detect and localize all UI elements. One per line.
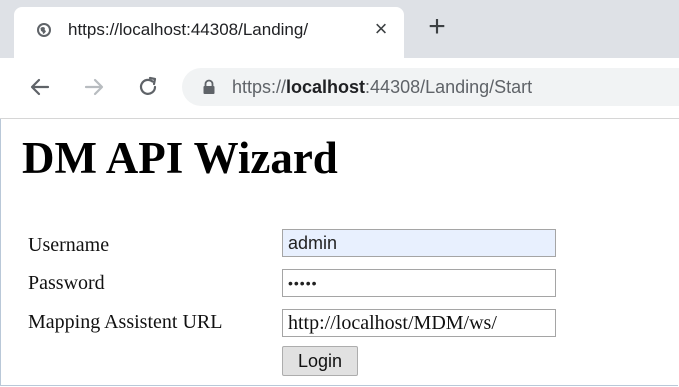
mapping-url-label: Mapping Assistent URL: [28, 311, 223, 333]
new-tab-button[interactable]: +: [424, 12, 450, 42]
username-input[interactable]: [282, 229, 556, 257]
url-path: :44308/Landing/Start: [365, 77, 533, 97]
browser-toolbar: https://localhost:44308/Landing/Start: [0, 58, 679, 119]
address-bar[interactable]: https://localhost:44308/Landing/Start: [182, 68, 679, 106]
url-scheme: https://: [232, 77, 287, 97]
mapping-url-input[interactable]: [282, 309, 556, 337]
page-title: DM API Wizard: [22, 133, 338, 183]
arrow-left-icon[interactable]: [28, 75, 52, 99]
password-label: Password: [28, 272, 105, 294]
tab-strip: https://localhost:44308/Landing/ × +: [0, 0, 679, 58]
globe-icon: [37, 23, 51, 37]
close-icon[interactable]: ×: [369, 17, 393, 41]
username-label: Username: [28, 234, 110, 256]
browser-tab[interactable]: https://localhost:44308/Landing/ ×: [14, 7, 404, 58]
arrow-right-icon[interactable]: [82, 75, 106, 99]
address-url: https://localhost:44308/Landing/Start: [232, 77, 532, 98]
url-host: localhost: [286, 77, 366, 97]
login-button[interactable]: Login: [282, 346, 358, 376]
tab-title-fade: [314, 15, 364, 45]
reload-icon[interactable]: [136, 75, 160, 99]
lock-icon[interactable]: [202, 79, 216, 95]
password-input[interactable]: [282, 269, 556, 297]
